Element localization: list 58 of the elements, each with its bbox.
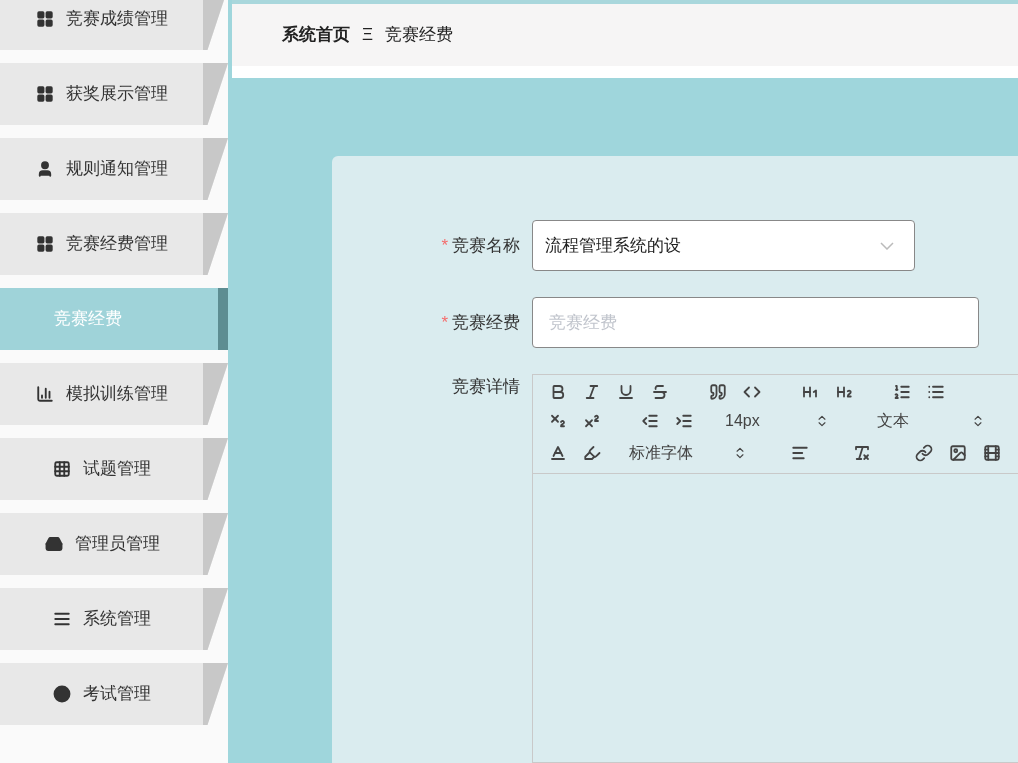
font-size-picker[interactable]: 14px (709, 409, 829, 433)
underline-icon[interactable] (617, 383, 635, 401)
breadcrumb-current: 竞赛经费 (385, 24, 454, 47)
outdent-icon[interactable] (641, 412, 659, 430)
image-icon[interactable] (949, 444, 967, 462)
breadcrumb-separator: Ξ (362, 24, 374, 47)
sidebar-item[interactable]: 考试管理 (0, 663, 228, 725)
sidebar-label: 考试管理 (83, 683, 151, 706)
sidebar-label: 获奖展示管理 (66, 83, 168, 106)
sidebar-item[interactable]: 获奖展示管理 (0, 63, 228, 125)
sidebar-item[interactable]: 系统管理 (0, 588, 228, 650)
highlighter-icon[interactable] (583, 444, 601, 462)
input-field[interactable]: 竞赛经费 (532, 297, 979, 348)
field-label: 竞赛名称 (452, 234, 520, 257)
chevron-down-icon (880, 241, 894, 250)
superscript-icon[interactable] (583, 412, 601, 430)
align-icon[interactable] (791, 444, 809, 462)
subscript-icon[interactable] (549, 412, 567, 430)
indent-icon[interactable] (675, 412, 693, 430)
ordered-list-icon[interactable] (893, 383, 911, 401)
user-icon (36, 160, 54, 178)
video-icon[interactable] (983, 444, 1001, 462)
breadcrumb-home[interactable]: 系统首页 (282, 22, 350, 48)
italic-icon[interactable] (583, 383, 601, 401)
grid-icon (36, 85, 54, 103)
clear-format-icon[interactable] (853, 444, 871, 462)
sidebar-label: 模拟训练管理 (66, 383, 168, 406)
select-value: 流程管理系统的设 (545, 234, 681, 257)
grid-icon (36, 10, 54, 28)
list-icon (53, 610, 71, 628)
sidebar-label: 系统管理 (83, 608, 151, 631)
select-field[interactable]: 流程管理系统的设 (532, 220, 915, 271)
bar-chart-icon (36, 385, 54, 403)
circle-icon (53, 685, 71, 703)
sidebar-item[interactable]: 管理员管理 (0, 513, 228, 575)
bullet-list-icon[interactable] (927, 383, 945, 401)
sidebar-label: 规则通知管理 (66, 158, 168, 181)
strikethrough-icon[interactable] (651, 383, 669, 401)
header-picker[interactable]: 文本 (845, 409, 985, 433)
field-label: 竞赛经费 (452, 311, 520, 334)
link-icon[interactable] (915, 444, 933, 462)
quote-icon[interactable] (709, 383, 727, 401)
sidebar-label: 管理员管理 (74, 533, 160, 556)
sidebar-label: 竞赛经费管理 (66, 233, 168, 256)
font-color-icon[interactable] (549, 444, 567, 462)
sidebar-label: 试题管理 (83, 458, 151, 481)
sidebar-item[interactable]: 竞赛经费管理 (0, 213, 228, 275)
sidebar-item[interactable]: 试题管理 (0, 438, 228, 500)
font-family-picker[interactable]: 标准字体 (617, 441, 747, 465)
sidebar-item[interactable]: 模拟训练管理 (0, 363, 228, 425)
tray-icon (44, 535, 63, 553)
field-label: 竞赛详情 (452, 376, 520, 398)
sidebar-item[interactable]: 规则通知管理 (0, 138, 228, 200)
required-mark: * (441, 234, 448, 257)
required-mark: * (441, 311, 448, 334)
sidebar-label: 竞赛成绩管理 (66, 8, 168, 31)
grid-icon (36, 235, 54, 253)
dot-grid-icon (53, 460, 71, 478)
